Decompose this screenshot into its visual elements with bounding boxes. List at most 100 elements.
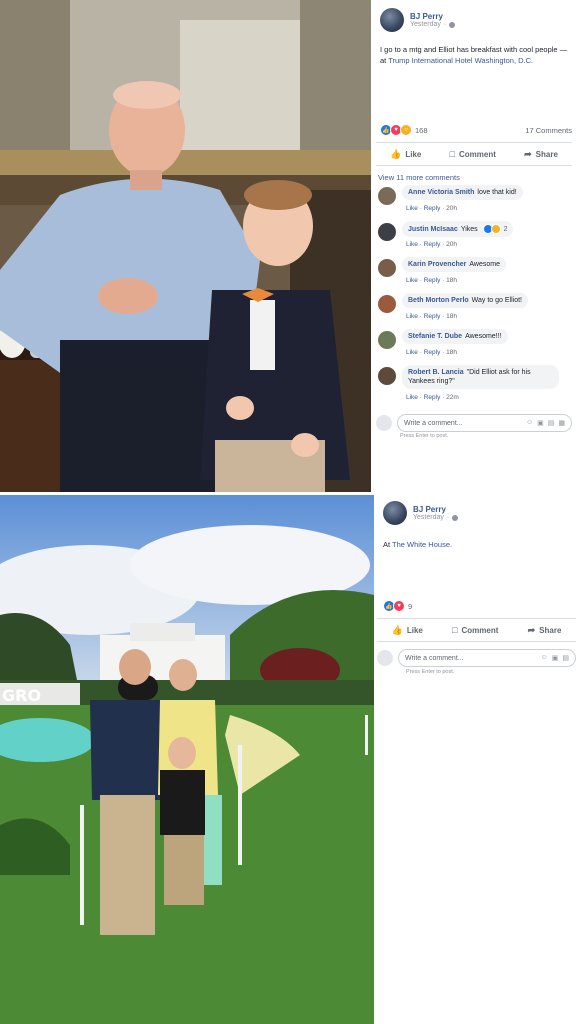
comment-button[interactable]: □ Comment [450, 149, 496, 159]
post-time[interactable]: Yesterday · [410, 21, 456, 28]
comment-time[interactable]: 20h [446, 205, 457, 212]
commenter-avatar[interactable] [378, 223, 396, 241]
comment-input-placeholder: Write a comment... [405, 654, 464, 662]
view-more-comments-link[interactable]: View 11 more comments [378, 173, 460, 182]
location-link[interactable]: Trump International Hotel Washington, D.… [388, 56, 533, 65]
camera-icon[interactable]: ▣ [552, 654, 559, 662]
comment-reply-link[interactable]: Reply [424, 277, 441, 284]
author-avatar[interactable] [383, 501, 407, 525]
comment-reaction-count[interactable]: 2 [504, 226, 508, 233]
comment-item: Robert B. Lancia "Did Elliot ask for his … [378, 365, 573, 405]
comment-like-link[interactable]: Like [406, 277, 418, 284]
comment-input[interactable]: Write a comment... ☺ ▣ ▤ ▦ [397, 414, 572, 432]
post-time[interactable]: Yesterday · [413, 514, 459, 521]
post-1-photo[interactable] [0, 0, 371, 492]
comment-text: Awesome!!! [465, 333, 502, 340]
reactions-summary[interactable]: 👍 ♥ ○ 168 [380, 124, 428, 136]
sticker-icon[interactable]: ▦ [558, 419, 565, 427]
comment-bubble: Anne Victoria Smith love that kid! [402, 185, 523, 200]
comment-time[interactable]: 18h [446, 349, 457, 356]
author-name[interactable]: BJ Perry [413, 505, 458, 514]
speech-bubble-icon: □ [452, 625, 458, 635]
comment-reply-link[interactable]: Reply [424, 205, 441, 212]
comment-like-link[interactable]: Like [406, 349, 418, 356]
comment-button[interactable]: □ Comment [452, 625, 498, 635]
share-button[interactable]: ➦ Share [524, 149, 558, 160]
emoji-icon[interactable]: ☺ [541, 654, 548, 662]
post-time-text: Yesterday [410, 21, 441, 28]
share-button[interactable]: ➦ Share [528, 625, 562, 636]
action-bar: 👍 Like □ Comment ➦ Share [376, 142, 572, 166]
commenter-avatar[interactable] [378, 331, 396, 349]
commenter-avatar[interactable] [378, 367, 396, 385]
comment-reply-link[interactable]: Reply [424, 241, 441, 248]
comment-meta: Like · Reply · 22m [406, 394, 459, 401]
commenter-avatar[interactable] [378, 259, 396, 277]
post-1-header: BJ Perry Yesterday · [380, 8, 456, 32]
comment-like-link[interactable]: Like [406, 205, 418, 212]
white-house-photo: GRO [0, 495, 374, 1024]
comment-reply-link[interactable]: Reply [424, 349, 441, 356]
write-comment-row: Write a comment... ☺ ▣ ▤ ▦ [376, 414, 572, 432]
thumbs-up-icon: 👍 [391, 624, 403, 635]
share-label: Share [539, 625, 562, 635]
globe-icon [452, 514, 459, 521]
emoji-icon[interactable]: ☺ [526, 419, 533, 427]
post-text-main: I go to a mtg and Elliot has breakfast w… [380, 45, 558, 54]
comment-item: Anne Victoria Smith love that kid! Like ·… [378, 185, 573, 215]
dot-separator: · [443, 21, 447, 28]
share-arrow-icon: ➦ [527, 624, 536, 635]
comment-input-icons: ☺ ▣ ▤ ▦ [526, 419, 565, 427]
location-link[interactable]: The White House. [392, 540, 452, 549]
comment-time[interactable]: 18h [446, 277, 457, 284]
commenter-name[interactable]: Stefanie T. Dube [408, 333, 462, 340]
commenter-name[interactable]: Karin Provencher [408, 261, 466, 268]
commenter-avatar[interactable] [378, 295, 396, 313]
comment-meta: Like · Reply · 20h [406, 205, 457, 212]
comment-meta: Like · Reply · 18h [406, 349, 457, 356]
post-text: At The White House. [383, 539, 452, 550]
commenter-name[interactable]: Anne Victoria Smith [408, 189, 474, 196]
commenter-avatar[interactable] [378, 187, 396, 205]
commenter-name[interactable]: Justin McIsaac [408, 226, 458, 233]
commenter-name[interactable]: Beth Morton Perlo [408, 297, 469, 304]
comment-like-link[interactable]: Like [406, 241, 418, 248]
comment-time[interactable]: 20h [446, 241, 457, 248]
like-button[interactable]: 👍 Like [390, 149, 421, 160]
camera-icon[interactable]: ▣ [537, 419, 544, 427]
share-label: Share [535, 149, 558, 159]
comment-like-link[interactable]: Like [406, 313, 418, 320]
comment-input[interactable]: Write a comment... ☺ ▣ ▤ [398, 649, 576, 667]
comment-label: Comment [461, 625, 499, 635]
comment-bubble: Beth Morton Perlo Way to go Elliot! [402, 293, 528, 308]
author-avatar[interactable] [380, 8, 404, 32]
comment-bubble: Justin McIsaac Yikes 2 [402, 221, 514, 237]
restaurant-photo [0, 0, 371, 492]
comment-meta: Like · Reply · 20h [406, 241, 457, 248]
like-label: Like [406, 625, 423, 635]
gif-icon[interactable]: ▤ [562, 654, 569, 662]
comment-meta: Like · Reply · 18h [406, 313, 457, 320]
post-time-text: Yesterday [413, 514, 444, 521]
post-2-photo[interactable]: GRO [0, 495, 374, 1024]
comment-like-link[interactable]: Like [406, 394, 418, 401]
comment-reply-link[interactable]: Reply [424, 313, 441, 320]
author-name[interactable]: BJ Perry [410, 12, 455, 21]
commenter-name[interactable]: Robert B. Lancia [408, 369, 464, 376]
like-button[interactable]: 👍 Like [392, 625, 423, 636]
enter-hint: Press Enter to post. [400, 433, 449, 439]
comment-text: Awesome [469, 261, 500, 268]
post-2-header: BJ Perry Yesterday · [383, 501, 459, 525]
comment-reply-link[interactable]: Reply [424, 394, 441, 401]
reactions-summary[interactable]: 👍 ♥ 9 [383, 600, 412, 612]
comment-time[interactable]: 18h [446, 313, 457, 320]
globe-icon [449, 21, 456, 28]
sign-text: GRO [2, 686, 41, 705]
comment-item: Karin Provencher Awesome Like · Reply · 1… [378, 257, 573, 287]
like-label: Like [405, 149, 422, 159]
comment-count[interactable]: 17 Comments [525, 126, 572, 135]
gif-icon[interactable]: ▤ [548, 419, 555, 427]
comment-time[interactable]: 22m [446, 394, 459, 401]
action-bar: 👍 Like □ Comment ➦ Share [377, 618, 576, 642]
comment-input-icons: ☺ ▣ ▤ [541, 654, 569, 662]
